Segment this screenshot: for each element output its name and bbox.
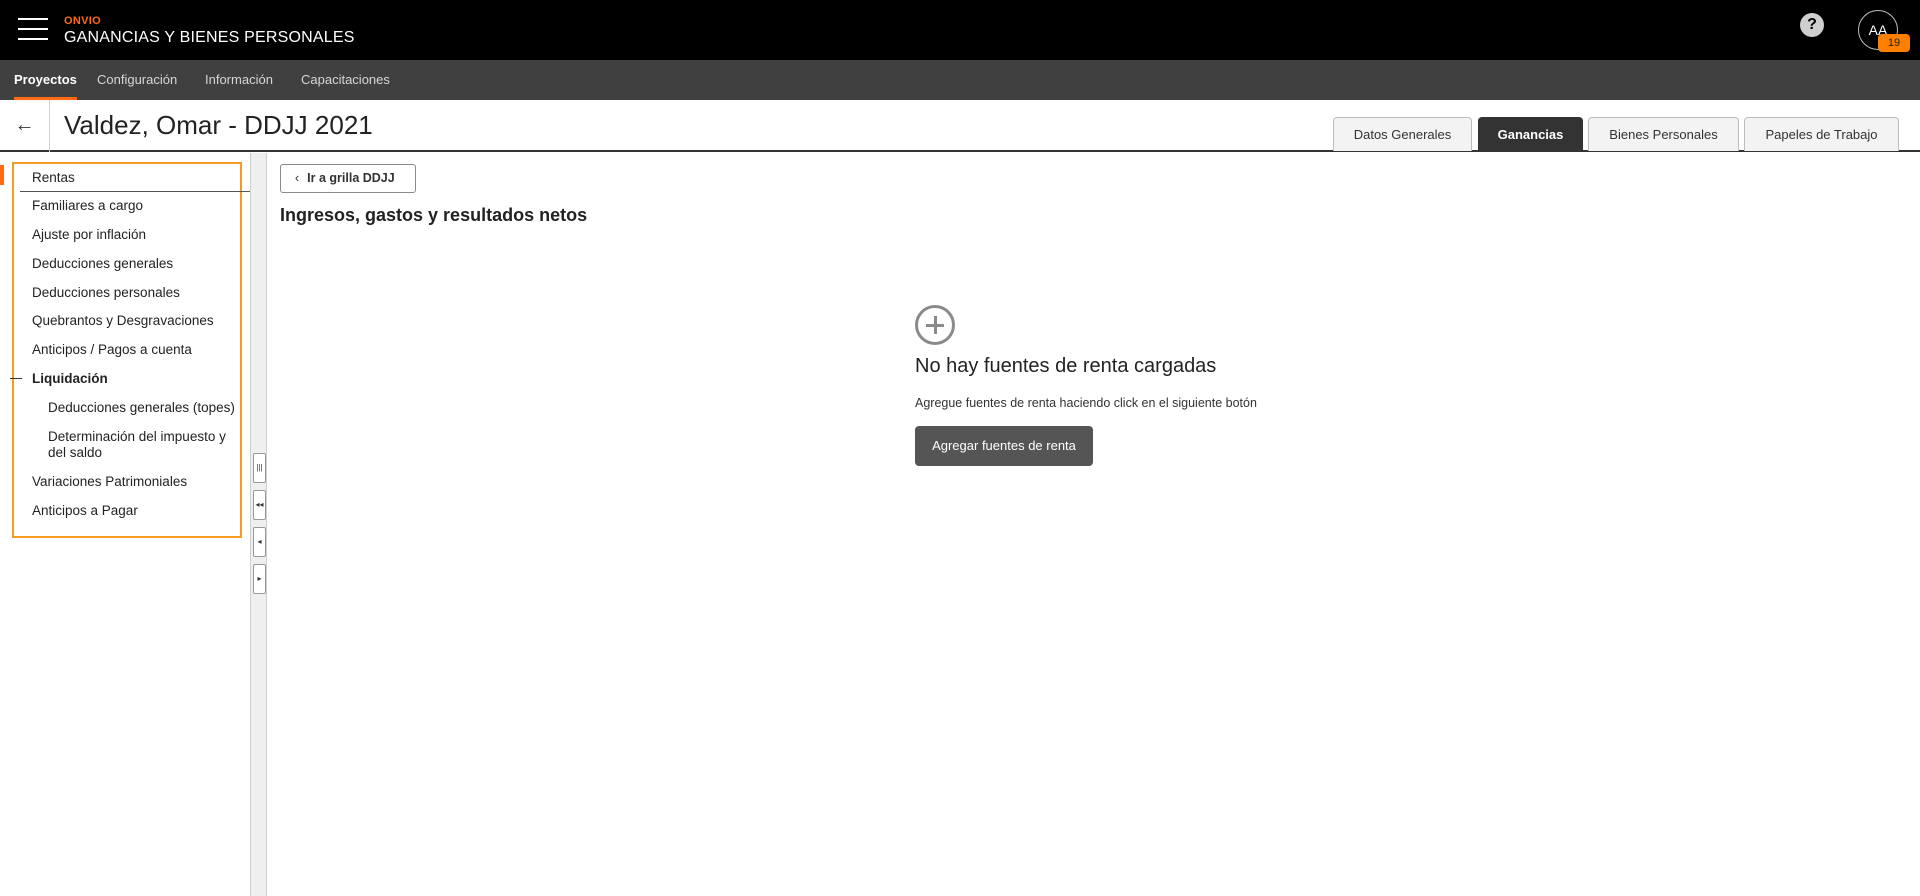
sidebar-item-rentas[interactable]: Rentas xyxy=(32,170,75,185)
sidebar-item-ajuste-inflacion[interactable]: Ajuste por inflación xyxy=(32,227,146,242)
add-circle-icon xyxy=(915,305,955,345)
sidebar-item-anticipos-pagos[interactable]: Anticipos / Pagos a cuenta xyxy=(32,342,192,357)
empty-state: No hay fuentes de renta cargadas Agregue… xyxy=(915,305,1335,466)
expand-right-icon[interactable]: ▸ xyxy=(253,564,266,594)
nav-item-informacion[interactable]: Información xyxy=(205,60,273,100)
sidebar-item-quebrantos[interactable]: Quebrantos y Desgravaciones xyxy=(32,313,214,328)
tab-datos-generales[interactable]: Datos Generales xyxy=(1333,117,1472,151)
notification-badge[interactable]: 19 xyxy=(1878,34,1910,52)
tab-papeles-de-trabajo[interactable]: Papeles de Trabajo xyxy=(1744,117,1899,151)
chevron-left-icon: ‹ xyxy=(295,171,300,185)
hamburger-menu-icon[interactable] xyxy=(18,16,48,44)
sidebar-item-familiares[interactable]: Familiares a cargo xyxy=(32,198,143,213)
sidebar-item-deducciones-generales[interactable]: Deducciones generales xyxy=(32,256,173,271)
panel-splitter[interactable]: ||| ◂◂ ◂ ▸ xyxy=(250,153,267,896)
back-arrow-icon[interactable]: ← xyxy=(0,100,50,152)
brand: ONVIO GANANCIAS Y BIENES PERSONALES xyxy=(64,14,355,48)
go-to-grid-label: Ir a grilla DDJJ xyxy=(307,171,395,185)
active-underline xyxy=(20,191,250,192)
main-content: ‹ Ir a grilla DDJJ Ingresos, gastos y res… xyxy=(268,153,1920,896)
page-title: Valdez, Omar - DDJJ 2021 xyxy=(64,110,373,140)
brand-logo-text: ONVIO xyxy=(64,15,101,27)
section-title: Ingresos, gastos y resultados netos xyxy=(280,205,588,225)
app-title: GANANCIAS Y BIENES PERSONALES xyxy=(64,29,355,46)
tab-ganancias[interactable]: Ganancias xyxy=(1478,117,1583,151)
collapse-full-icon[interactable]: ◂◂ xyxy=(253,490,266,520)
title-row: ← Valdez, Omar - DDJJ 2021 Datos General… xyxy=(0,100,1920,152)
main-nav: Proyectos Configuración Información Capa… xyxy=(0,60,1920,100)
collapse-left-icon[interactable]: ◂ xyxy=(253,527,266,557)
collapse-icon[interactable] xyxy=(10,378,22,379)
empty-state-title: No hay fuentes de renta cargadas xyxy=(915,355,1217,377)
nav-item-proyectos[interactable]: Proyectos xyxy=(14,60,77,100)
sidebar-item-deducciones-personales[interactable]: Deducciones personales xyxy=(32,285,180,300)
go-to-grid-button[interactable]: ‹ Ir a grilla DDJJ xyxy=(280,164,416,193)
sidebar-item-anticipos-pagar[interactable]: Anticipos a Pagar xyxy=(32,503,138,518)
nav-item-capacitaciones[interactable]: Capacitaciones xyxy=(301,60,390,100)
add-income-sources-button[interactable]: Agregar fuentes de renta xyxy=(915,426,1093,466)
nav-item-configuracion[interactable]: Configuración xyxy=(97,60,177,100)
active-indicator xyxy=(0,165,4,185)
sidebar-item-liquidacion[interactable]: Liquidación xyxy=(32,371,108,386)
sidebar: Rentas Familiares a cargo Ajuste por inf… xyxy=(0,153,250,896)
sidebar-item-variaciones[interactable]: Variaciones Patrimoniales xyxy=(32,474,187,489)
help-icon[interactable]: ? xyxy=(1800,13,1824,37)
resize-handle-icon[interactable]: ||| xyxy=(253,453,266,483)
sidebar-subitem-determinacion-2[interactable]: del saldo xyxy=(48,445,102,460)
empty-state-description: Agregue fuentes de renta haciendo click … xyxy=(915,396,1257,410)
top-bar: ONVIO GANANCIAS Y BIENES PERSONALES ? AA… xyxy=(0,0,1920,60)
sidebar-subitem-deducciones-topes[interactable]: Deducciones generales (topes) xyxy=(48,400,235,415)
sidebar-subitem-determinacion-1[interactable]: Determinación del impuesto y xyxy=(48,429,226,444)
tab-bienes-personales[interactable]: Bienes Personales xyxy=(1588,117,1739,151)
